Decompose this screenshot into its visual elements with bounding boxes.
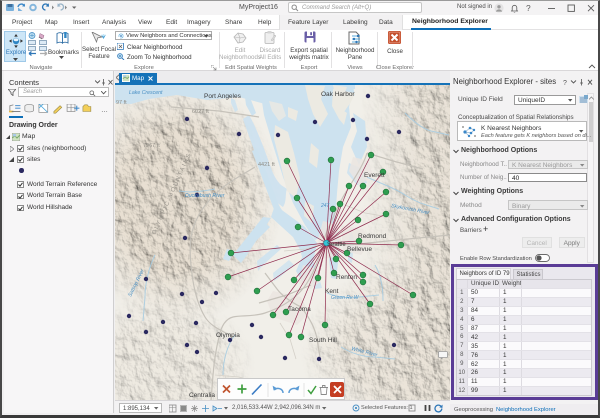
svg-text:Tacoma: Tacoma xyxy=(288,306,311,313)
svg-text:Duckabush River: Duckabush River xyxy=(185,193,225,199)
svg-text:Seattle: Seattle xyxy=(327,242,346,248)
svg-text:Green Rv W: Green Rv W xyxy=(331,295,360,301)
svg-text:97 ft: 97 ft xyxy=(116,100,127,106)
svg-text:?: ? xyxy=(526,3,531,13)
svg-text:Everett: Everett xyxy=(364,172,385,179)
svg-text:Kent: Kent xyxy=(325,288,339,295)
svg-text:Oak Harbor: Oak Harbor xyxy=(321,91,355,98)
svg-text:7967 ft: 7967 ft xyxy=(143,143,160,149)
svg-text:South Hill: South Hill xyxy=(309,337,337,344)
svg-text:247: 247 xyxy=(320,203,330,209)
svg-text:6027 ft: 6027 ft xyxy=(192,109,209,115)
svg-text:Bellevue: Bellevue xyxy=(347,246,372,253)
svg-text:Port Angeles: Port Angeles xyxy=(204,93,242,100)
svg-text:?: ? xyxy=(563,80,567,86)
svg-text:Redmond: Redmond xyxy=(358,233,387,240)
svg-text:Olympia: Olympia xyxy=(216,332,240,339)
svg-text:4421 ft: 4421 ft xyxy=(258,162,275,168)
svg-text:Renton: Renton xyxy=(336,274,357,281)
svg-text:Centralia: Centralia xyxy=(189,392,215,399)
svg-text:Lake Crescent: Lake Crescent xyxy=(129,90,163,96)
